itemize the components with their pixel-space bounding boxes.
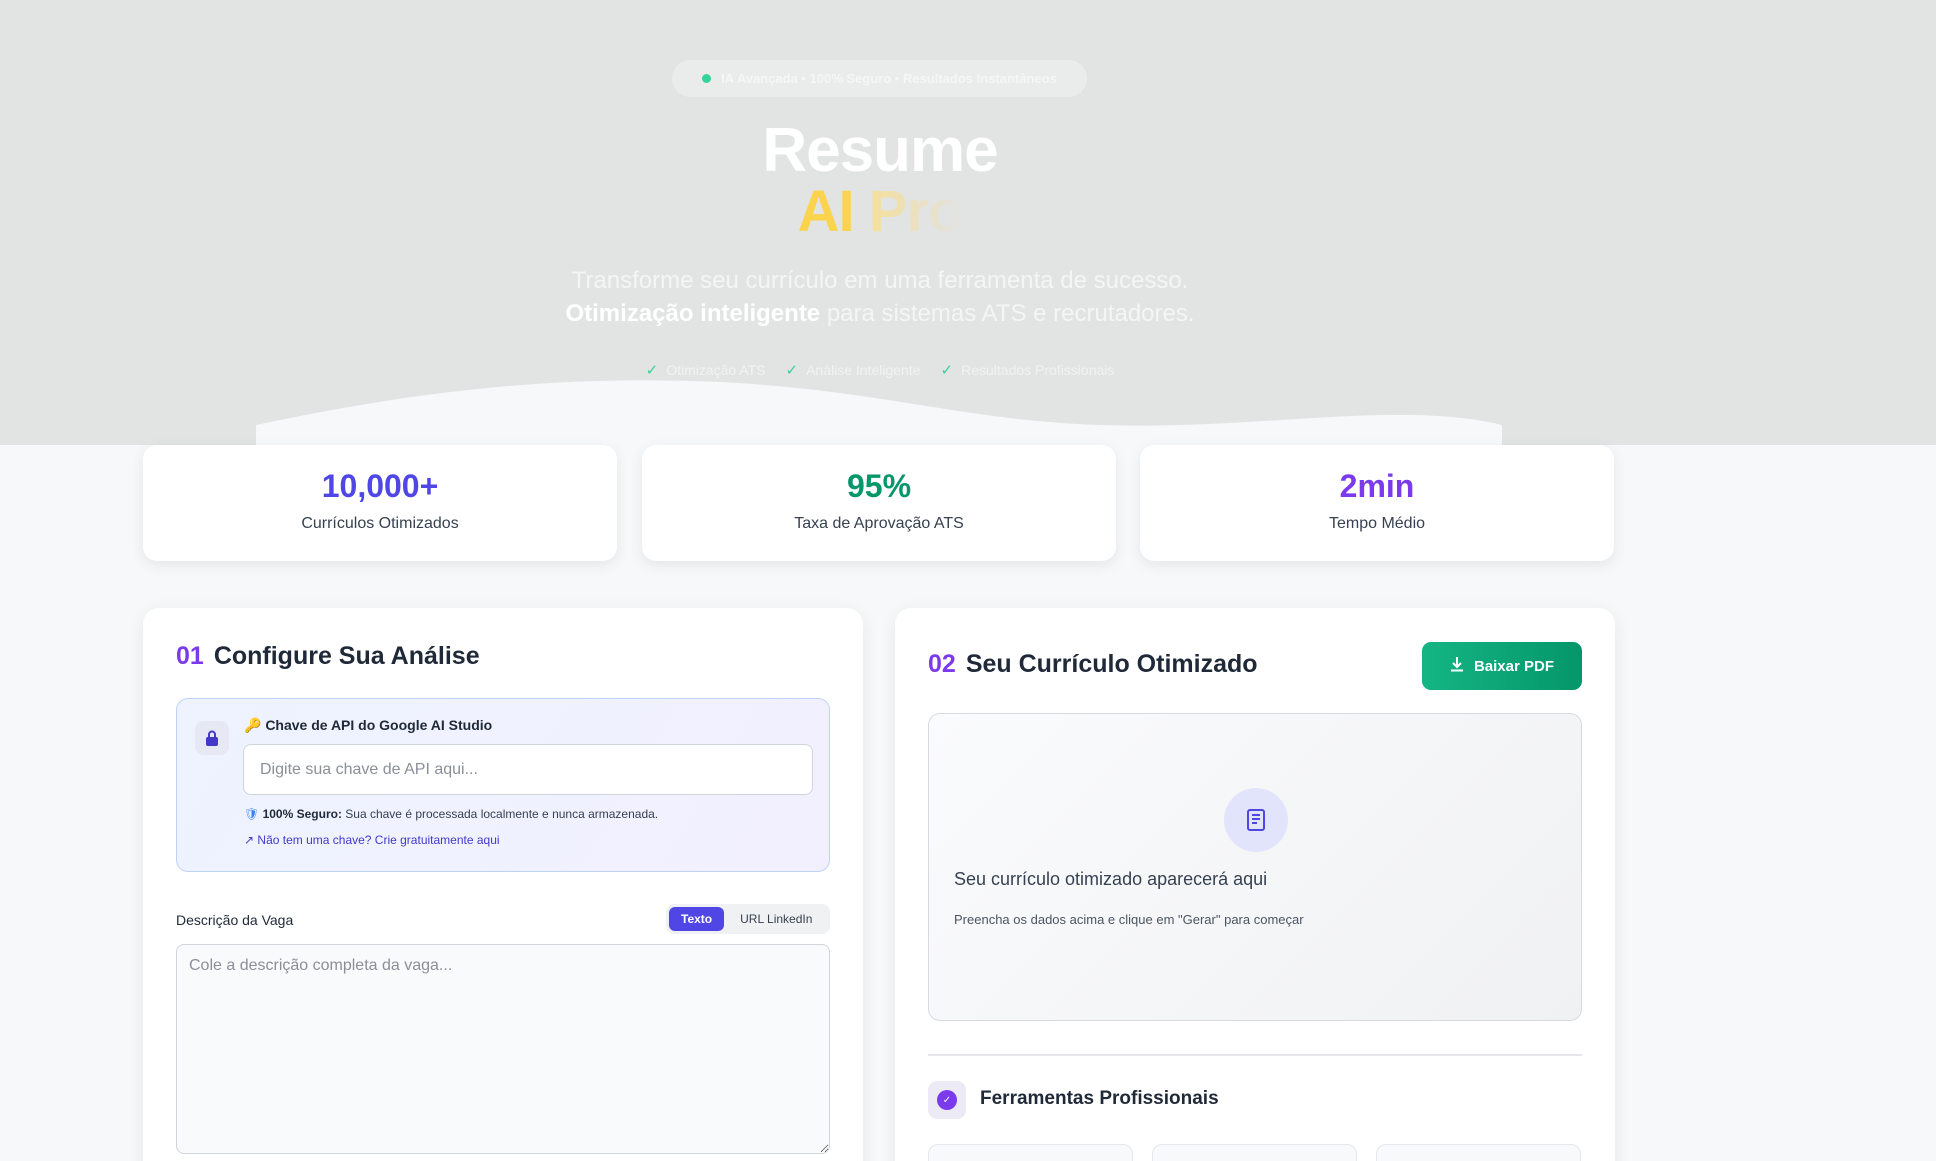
secure-note: 🛡 100% Seguro: Sua chave é processada lo… xyxy=(244,807,658,821)
hero-title: Resume xyxy=(762,116,998,185)
stat-value: 2min xyxy=(1339,468,1415,504)
hero-subtitle-rest: para sistemas ATS e recrutadores. xyxy=(820,300,1195,327)
hero-subtitle-bold: Otimização inteligente xyxy=(565,300,821,327)
hero-section: IA Avançada • 100% Seguro • Resultados I… xyxy=(0,0,1936,445)
job-description-textarea[interactable] xyxy=(176,944,830,1154)
hero-subtitle-line2: Otimização inteligente para sistemas ATS… xyxy=(0,297,1760,330)
toggle-text-mode[interactable]: Texto xyxy=(669,907,725,931)
tools-title: Ferramentas Profissionais xyxy=(980,1088,1219,1109)
document-icon xyxy=(1224,788,1288,852)
tools-icon: ✓ xyxy=(928,1081,966,1119)
job-description-label: Descrição da Vaga xyxy=(176,912,294,928)
stat-card-optimized: 10,000+ Currículos Otimizados xyxy=(143,445,617,561)
get-key-link-text: Não tem uma chave? Crie gratuitamente aq… xyxy=(257,833,500,847)
download-icon xyxy=(1450,656,1464,676)
download-pdf-button[interactable]: Baixar PDF xyxy=(1422,642,1582,690)
tool-card[interactable] xyxy=(1376,1144,1581,1161)
hero-badge-text: IA Avançada • 100% Seguro • Resultados I… xyxy=(721,71,1057,86)
divider xyxy=(928,1054,1582,1056)
hero-title-ai: AI xyxy=(797,179,855,244)
config-title: 01 Configure Sua Análise xyxy=(176,642,480,671)
api-key-input[interactable] xyxy=(243,744,813,795)
api-key-label: 🔑 Chave de API do Google AI Studio xyxy=(244,717,493,733)
preview-title: Seu currículo otimizado aparecerá aqui xyxy=(954,869,1268,889)
tool-card[interactable] xyxy=(928,1144,1133,1161)
hero-badge: IA Avançada • 100% Seguro • Resultados I… xyxy=(672,60,1087,97)
preview-subtitle: Preencha os dados acima e clique em "Ger… xyxy=(954,912,1304,927)
external-link-icon: ↗ xyxy=(244,833,255,847)
hero-subtitle: Transforme seu currículo em uma ferramen… xyxy=(0,264,1760,330)
stat-label: Taxa de Aprovação ATS xyxy=(794,515,964,532)
download-pdf-label: Baixar PDF xyxy=(1473,657,1555,675)
lock-icon xyxy=(195,721,229,755)
tools-badge-icon: ✓ xyxy=(937,1090,957,1110)
config-title-text: Configure Sua Análise xyxy=(213,642,480,670)
output-card: 02 Seu Currículo Otimizado Baixar PDF Seu… xyxy=(895,608,1615,1161)
toggle-linkedin-url[interactable]: URL LinkedIn xyxy=(728,907,824,931)
shield-icon: 🛡 xyxy=(244,807,260,821)
config-card: 01 Configure Sua Análise 🔑 Chave de API d… xyxy=(143,608,863,1161)
stat-label: Currículos Otimizados xyxy=(301,515,459,532)
stat-card-approval: 95% Taxa de Aprovação ATS xyxy=(642,445,1116,561)
secure-note-bold: 100% Seguro: xyxy=(262,807,342,821)
hero-title-accent: AI Pro xyxy=(0,178,1760,245)
hero-wave xyxy=(256,380,1502,445)
status-dot-icon xyxy=(702,74,712,83)
secure-note-text: Sua chave é processada localmente e nunc… xyxy=(341,807,659,821)
stat-value: 10,000+ xyxy=(321,468,439,504)
resume-preview: Seu currículo otimizado aparecerá aqui P… xyxy=(928,713,1582,1021)
stat-label: Tempo Médio xyxy=(1328,515,1426,532)
output-title-text: Seu Currículo Otimizado xyxy=(965,650,1258,678)
step-number: 01 xyxy=(176,642,204,670)
api-key-box: 🔑 Chave de API do Google AI Studio 🛡 100… xyxy=(176,698,830,872)
tool-card[interactable] xyxy=(1152,1144,1357,1161)
get-key-link[interactable]: ↗ Não tem uma chave? Crie gratuitamente … xyxy=(244,833,500,847)
input-mode-toggle: Texto URL LinkedIn xyxy=(666,904,830,934)
hero-title-pro: Pro xyxy=(868,179,964,244)
stat-value: 95% xyxy=(846,468,912,504)
step-number: 02 xyxy=(928,650,956,678)
stat-card-time: 2min Tempo Médio xyxy=(1140,445,1614,561)
hero-subtitle-line1: Transforme seu currículo em uma ferramen… xyxy=(571,267,1189,294)
output-title: 02 Seu Currículo Otimizado xyxy=(928,650,1258,679)
